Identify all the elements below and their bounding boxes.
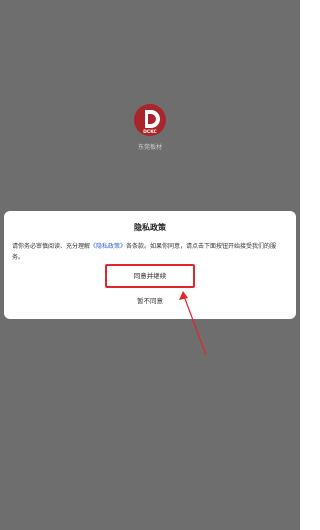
app-name: 东莞板材	[137, 144, 162, 151]
disagree-button[interactable]: 暂不同意	[114, 294, 186, 308]
dialog-title: 隐私政策	[134, 223, 166, 232]
logo-text: DCKC	[143, 129, 157, 135]
privacy-policy-link[interactable]: 《隐私政策》	[90, 243, 126, 250]
dialog-body-prefix: 请你务必审慎阅读、充分理解	[12, 243, 91, 250]
screen: DCKC 东莞板材 隐私政策 请你务必审慎阅读、充分理解《隐私政策》各条款。如果…	[0, 0, 300, 530]
logo-d-icon: DCKC	[143, 110, 160, 135]
app-logo: DCKC	[134, 104, 166, 136]
privacy-dialog: 隐私政策 请你务必审慎阅读、充分理解《隐私政策》各条款。如果你同意，请点击下面按…	[4, 211, 296, 319]
dialog-body: 请你务必审慎阅读、充分理解《隐私政策》各条款。如果你同意，请点击下面按钮开始接受…	[12, 241, 288, 263]
agree-continue-button[interactable]: 同意并继续	[105, 264, 195, 288]
